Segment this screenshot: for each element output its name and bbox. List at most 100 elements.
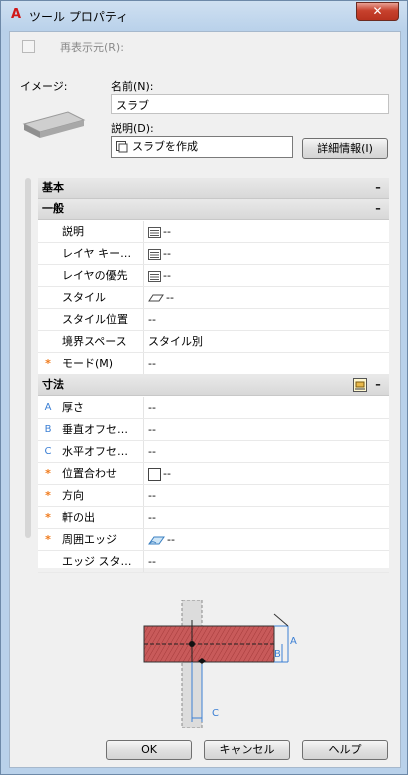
prop-value-text: --	[163, 269, 171, 282]
prop-value[interactable]: --	[148, 353, 156, 374]
dimension-marker-b: B	[44, 424, 52, 435]
asterisk-icon: *	[45, 533, 51, 546]
prop-name: スタイル位置	[62, 309, 144, 330]
prop-name: 方向	[62, 485, 144, 506]
name-input[interactable]: スラブ	[111, 94, 389, 114]
slab-dimension-diagram: A B C	[143, 600, 297, 728]
prop-name: レイヤ キー…	[62, 243, 144, 264]
window-title: ツール プロパティ	[29, 10, 129, 24]
list-icon	[148, 248, 161, 260]
prop-row-layer-key[interactable]: レイヤ キー… --	[38, 243, 389, 265]
title-bar[interactable]: A ツール プロパティ ✕	[1, 1, 407, 31]
prop-name: 垂直オフセ…	[62, 419, 144, 440]
refresh-label: 再表示元(R):	[60, 41, 124, 54]
collapse-dimensions-icon[interactable]: –	[373, 375, 383, 395]
group-general-label: 一般	[42, 202, 64, 215]
asterisk-icon: *	[45, 511, 51, 524]
group-general[interactable]: 一般 –	[38, 199, 389, 220]
slab-style-icon	[148, 294, 164, 301]
dialog-client: 再表示元(R): イメージ: 名前(N): スラブ 説明(D): スラブを作成 …	[9, 31, 401, 768]
list-icon	[148, 270, 161, 282]
palette-scrollbar[interactable]	[25, 178, 31, 538]
prop-value-text: --	[167, 533, 175, 546]
group-basic-label: 基本	[42, 181, 64, 194]
prop-name: スタイル	[62, 287, 144, 308]
prop-row-bound-space[interactable]: 境界スペース スタイル別	[38, 331, 389, 353]
description-field[interactable]: スラブを作成	[111, 136, 293, 158]
prop-value[interactable]: --	[148, 551, 156, 572]
prop-value[interactable]: --	[148, 485, 156, 506]
prop-value-text: --	[163, 225, 171, 238]
prop-row-thickness[interactable]: A 厚さ --	[38, 397, 389, 419]
prop-value[interactable]: --	[148, 309, 156, 330]
prop-value[interactable]: --	[148, 397, 156, 418]
prop-value[interactable]: --	[148, 265, 171, 286]
prop-name: 軒の出	[62, 507, 144, 528]
prop-name: 説明	[62, 221, 144, 242]
checkbox-icon	[148, 467, 161, 481]
ok-button[interactable]: OK	[106, 740, 192, 760]
close-button[interactable]: ✕	[356, 2, 399, 21]
prop-value[interactable]: --	[148, 441, 156, 462]
tool-description-icon	[116, 141, 128, 153]
collapse-general-icon[interactable]: –	[373, 199, 383, 219]
prop-row-vertical-offset[interactable]: B 垂直オフセ… --	[38, 419, 389, 441]
asterisk-icon: *	[45, 467, 51, 480]
prop-value[interactable]: --	[148, 243, 171, 264]
prop-value[interactable]: --	[148, 419, 156, 440]
description-label: 説明(D):	[111, 122, 154, 135]
prop-name: 周囲エッジ	[62, 529, 144, 550]
prop-name: 境界スペース	[62, 331, 144, 352]
prop-value[interactable]: --	[148, 287, 174, 308]
collapse-basic-icon[interactable]: –	[373, 178, 383, 198]
prop-name: 位置合わせ	[62, 463, 144, 484]
autocad-app-icon: A	[10, 7, 22, 22]
help-button[interactable]: ヘルプ	[302, 740, 388, 760]
prop-name: レイヤの優先	[62, 265, 144, 286]
prop-value-text: --	[166, 291, 174, 304]
prop-value[interactable]: --	[148, 463, 171, 484]
image-label: イメージ:	[20, 80, 68, 93]
dimension-diagram-icon[interactable]	[353, 378, 367, 392]
prop-row-style-location[interactable]: スタイル位置 --	[38, 309, 389, 331]
prop-value-text: --	[163, 467, 171, 480]
tool-properties-window: A ツール プロパティ ✕ 再表示元(R): イメージ: 名前(N): スラブ …	[0, 0, 408, 775]
prop-name: モード(M)	[62, 353, 144, 374]
dimension-marker-c: C	[44, 446, 52, 457]
name-label: 名前(N):	[111, 80, 154, 93]
group-basic[interactable]: 基本 –	[38, 178, 389, 199]
slab-preview-image	[22, 111, 86, 138]
prop-value-text: --	[163, 247, 171, 260]
prop-name: 厚さ	[62, 397, 144, 418]
prop-row-description[interactable]: 説明 --	[38, 221, 389, 243]
prop-row-justify[interactable]: * 位置合わせ --	[38, 463, 389, 485]
prop-value[interactable]: --	[148, 507, 156, 528]
list-icon	[148, 226, 161, 238]
group-dimensions-label: 寸法	[42, 378, 64, 391]
prop-value[interactable]: --	[148, 221, 171, 242]
dimension-marker-a: A	[44, 402, 52, 413]
prop-row-edge-style[interactable]: エッジ スタ… --	[38, 551, 389, 573]
prop-name: 水平オフセ…	[62, 441, 144, 462]
details-button[interactable]: 詳細情報(I)	[302, 138, 388, 159]
prop-row-overhang[interactable]: * 軒の出 --	[38, 507, 389, 529]
edge-icon	[148, 536, 165, 544]
property-grid: 基本 – 一般 – 説明 -- レイヤ キー… -- レイヤの優先 -- スタイ…	[38, 178, 389, 573]
diagram-label-b: B	[274, 649, 281, 660]
refresh-checkbox[interactable]	[22, 40, 35, 53]
group-dimensions[interactable]: 寸法 –	[38, 375, 389, 396]
prop-value[interactable]: --	[148, 529, 175, 550]
asterisk-icon: *	[45, 357, 51, 370]
cancel-button[interactable]: キャンセル	[204, 740, 290, 760]
description-value: スラブを作成	[132, 140, 198, 153]
prop-row-style[interactable]: スタイル --	[38, 287, 389, 309]
prop-row-direction[interactable]: * 方向 --	[38, 485, 389, 507]
prop-row-perimeter-edges[interactable]: * 周囲エッジ --	[38, 529, 389, 551]
prop-row-horizontal-offset[interactable]: C 水平オフセ… --	[38, 441, 389, 463]
diagram-label-a: A	[290, 636, 297, 647]
prop-name: エッジ スタ…	[62, 551, 144, 572]
prop-row-mode[interactable]: * モード(M) --	[38, 353, 389, 375]
asterisk-icon: *	[45, 489, 51, 502]
prop-row-layer-override[interactable]: レイヤの優先 --	[38, 265, 389, 287]
prop-value[interactable]: スタイル別	[148, 331, 203, 352]
